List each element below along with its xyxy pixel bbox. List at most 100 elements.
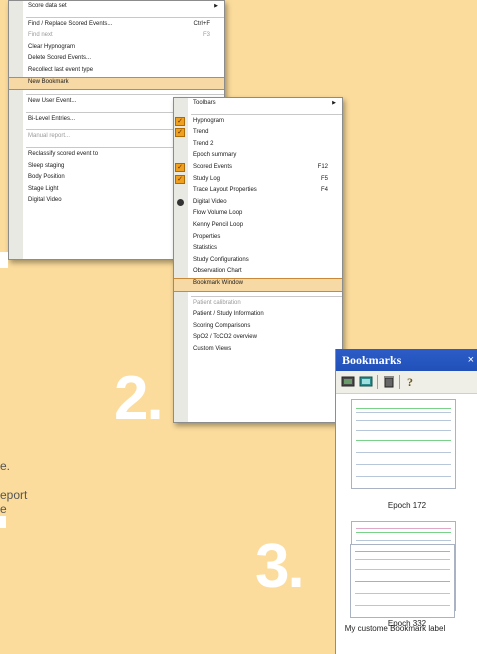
menu-item-trend[interactable]: ✓ Trend xyxy=(174,127,342,139)
toolbar-divider xyxy=(399,375,400,389)
instruction-text-fragment: e. xyxy=(0,459,11,473)
menu-item-label: Delete Scored Events... xyxy=(28,55,92,62)
menu-item-recollect-last-event-type[interactable]: Recollect last event type xyxy=(9,65,224,77)
svg-text:?: ? xyxy=(407,375,413,388)
menu-item-label: Study Configurations xyxy=(193,256,249,263)
menu-item-scoring-comparisons[interactable]: Scoring Comparisons xyxy=(174,321,342,333)
menu-item-label: SpO2 / TcCO2 overview xyxy=(193,334,257,341)
checkmark-icon: ✓ xyxy=(175,162,185,172)
menu-item-toolbars[interactable]: Toolbars ▶ xyxy=(174,98,342,110)
menu-shortcut: Ctrl+F xyxy=(193,20,211,27)
menu-item-label: Bi-Level Entries... xyxy=(28,115,76,122)
menu-item-label: Toolbars xyxy=(193,100,216,106)
delete-icon[interactable] xyxy=(382,375,396,388)
menu-item-spo2-tcco2-overview[interactable]: SpO2 / TcCO2 overview xyxy=(174,332,342,344)
step-number-3: 3. xyxy=(255,532,305,601)
menu-item-flow-volume-loop[interactable]: Flow Volume Loop xyxy=(174,208,342,220)
text-fragment-mark xyxy=(0,516,6,528)
menu-separator xyxy=(26,90,224,96)
menu-item-label: Trend 2 xyxy=(193,140,214,147)
bookmark-label: Epoch 172 xyxy=(387,501,427,510)
menu-item-label: Patient / Study Information xyxy=(193,311,264,318)
bookmark-thumbnail[interactable] xyxy=(350,544,455,618)
menu-item-label: Study Log xyxy=(193,175,221,182)
menu-item-label: Hypnogram xyxy=(193,117,225,124)
menu-item-label: New User Event... xyxy=(28,98,77,105)
menu-item-label: Scoring Comparisons xyxy=(193,322,251,329)
menu-item-label: Scored Events xyxy=(193,163,233,170)
partial-white-panel xyxy=(0,252,8,268)
menu-item-label: Custom Views xyxy=(193,345,232,352)
bookmarks-title: Bookmarks xyxy=(342,353,402,367)
menu-item-patient-study-information[interactable]: Patient / Study Information xyxy=(174,309,342,321)
menu-item-properties[interactable]: Properties xyxy=(174,232,342,244)
bookmarks-toolbar: ? xyxy=(336,371,477,394)
menu-item-find-replace-scored-events[interactable]: Find / Replace Scored Events... Ctrl+F xyxy=(9,19,224,31)
menu-item-kenny-pencil-loop[interactable]: Kenny Pencil Loop xyxy=(174,220,342,232)
menu-item-observation-chart[interactable]: Observation Chart xyxy=(174,266,342,278)
menu-item-trend-2[interactable]: Trend 2 xyxy=(174,139,342,151)
menu-item-label: Recollect last event type xyxy=(28,66,94,73)
menu-item-label: Bookmark Window xyxy=(193,279,244,286)
view-menu: Toolbars ▶ ✓ Hypnogram ✓ Trend Trend 2 Epoch su… xyxy=(173,97,343,423)
menu-item-find-next: Find next F3 xyxy=(9,30,224,42)
submenu-arrow-icon: ▶ xyxy=(214,3,218,9)
menu-item-label: Digital Video xyxy=(193,198,227,205)
menu-item-clear-hypnogram[interactable]: Clear Hypnogram xyxy=(9,42,224,54)
menu-shortcut: F12 xyxy=(317,163,328,170)
menu-item-label: Trend xyxy=(193,129,209,136)
menu-item-label: Statistics xyxy=(193,245,218,252)
bookmarks-titlebar: Bookmarks × xyxy=(336,349,477,371)
menu-item-label: Patient calibration xyxy=(193,299,241,306)
menu-item-label: Observation Chart xyxy=(193,268,242,275)
menu-item-digital-video[interactable]: Digital Video xyxy=(174,197,342,209)
menu-item-label: Manual report... xyxy=(28,133,71,140)
menu-shortcut: F3 xyxy=(202,32,210,39)
menu-separator xyxy=(191,110,342,115)
menu-item-label: Score data set xyxy=(28,3,67,9)
menu-item-study-log[interactable]: ✓ Study Log F5 xyxy=(174,174,342,186)
checkmark-icon: ✓ xyxy=(175,174,185,184)
bookmark-screen-icon[interactable] xyxy=(359,375,373,388)
video-camera-icon xyxy=(177,198,184,206)
menu-item-label: Find / Replace Scored Events... xyxy=(28,20,113,27)
instruction-text-fragment: e xyxy=(0,502,7,516)
menu-item-label: New Bookmark xyxy=(28,78,69,85)
menu-item-study-configurations[interactable]: Study Configurations xyxy=(174,255,342,267)
menu-item-bookmark-window[interactable]: Bookmark Window xyxy=(174,277,342,292)
bookmark-thumbnail[interactable] xyxy=(351,399,456,489)
menu-item-epoch-summary[interactable]: Epoch summary xyxy=(174,150,342,162)
bookmark-label: My custome Bookmark label xyxy=(344,624,446,633)
menu-item-label: Digital Video xyxy=(28,197,62,204)
menu-separator xyxy=(191,292,342,297)
checkmark-icon: ✓ xyxy=(175,128,185,138)
menu-item-score-data-set[interactable]: Score data set ▶ xyxy=(9,1,224,13)
menu-item-scored-events[interactable]: ✓ Scored Events F12 xyxy=(174,162,342,174)
menu-item-label: Clear Hypnogram xyxy=(28,43,76,50)
toolbar-divider xyxy=(377,375,378,389)
menu-item-label: Trace Layout Properties xyxy=(193,187,257,194)
close-button[interactable]: × xyxy=(468,349,474,371)
checkmark-icon: ✓ xyxy=(175,116,185,126)
menu-item-label: Find next xyxy=(28,32,53,39)
menu-item-delete-scored-events[interactable]: Delete Scored Events... xyxy=(9,53,224,65)
menu-separator xyxy=(26,13,224,18)
menu-item-label: Reclassify scored event to xyxy=(28,150,99,157)
menu-item-label: Flow Volume Loop xyxy=(193,210,243,217)
menu-item-label: Kenny Pencil Loop xyxy=(193,221,244,228)
menu-item-trace-layout-properties[interactable]: Trace Layout Properties F4 xyxy=(174,185,342,197)
menu-shortcut: F4 xyxy=(320,187,328,194)
menu-item-label: Stage Light xyxy=(28,185,59,192)
instruction-text-fragment: eport xyxy=(0,488,28,502)
help-icon[interactable]: ? xyxy=(404,375,418,389)
menu-item-custom-views[interactable]: Custom Views xyxy=(174,344,342,356)
bookmark-go-icon[interactable] xyxy=(341,375,355,388)
menu-item-label: Properties xyxy=(193,233,221,240)
menu-item-label: Epoch summary xyxy=(193,152,237,159)
menu-item-new-bookmark[interactable]: New Bookmark xyxy=(9,76,224,91)
menu-item-label: Sleep staging xyxy=(28,162,65,169)
menu-item-statistics[interactable]: Statistics xyxy=(174,243,342,255)
menu-item-patient-calibration: Patient calibration xyxy=(174,298,342,310)
menu-shortcut: F5 xyxy=(320,175,328,182)
menu-item-hypnogram[interactable]: ✓ Hypnogram xyxy=(174,116,342,128)
